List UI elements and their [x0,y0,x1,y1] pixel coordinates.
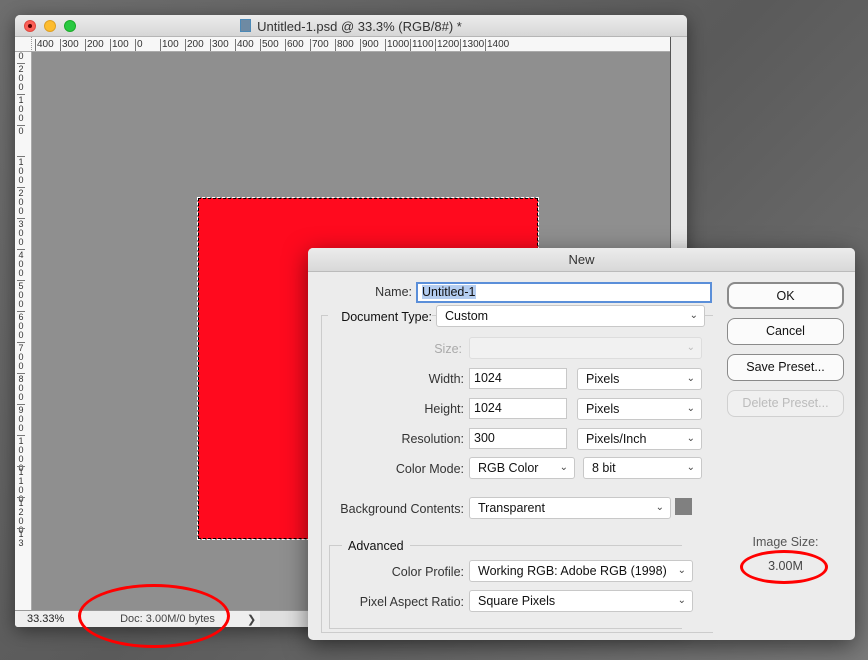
ruler-label: 1 3 [17,528,25,548]
advanced-group-box [329,545,682,629]
ruler-label: 1 0 0 [17,94,25,123]
ruler-label: 400 [35,39,54,51]
ruler-label: 800 [335,39,354,51]
ruler-label: 400 [235,39,254,51]
chevron-down-icon: ⌄ [689,310,698,321]
status-menu-arrow-icon[interactable]: ❯ [247,613,256,626]
ruler-label: 1 0 0 [17,156,25,185]
bit-depth-select[interactable]: 8 bit ⌄ [583,457,702,479]
document-type-value: Custom [445,309,489,323]
ruler-label: 600 [285,39,304,51]
window-title: Untitled-1.psd @ 33.3% (RGB/8#) * [15,19,687,34]
resolution-label: Resolution: [401,432,464,446]
ruler-label: 100 [160,39,179,51]
ruler-label: 9 0 0 [17,404,25,433]
bit-depth-value: 8 bit [592,461,616,475]
ruler-label: 0 [17,125,25,136]
size-select[interactable]: ⌄ [469,337,702,359]
ruler-label: 300 [210,39,229,51]
background-contents-value: Transparent [478,501,545,515]
height-input[interactable]: 1024 [469,398,567,419]
resolution-unit-select[interactable]: Pixels/Inch ⌄ [577,428,702,450]
document-type-select[interactable]: Custom ⌄ [436,305,705,327]
vertical-ruler[interactable]: 3 0 0 2 0 0 1 0 0 0 1 0 0 2 0 0 3 0 0 4 0 0 5 0 … [15,52,32,610]
cancel-button[interactable]: Cancel [727,318,844,345]
ruler-label: 1000 [385,39,410,51]
ruler-label: 100 [110,39,129,51]
ruler-label: 200 [185,39,204,51]
ruler-label: 3 0 0 [17,52,25,61]
photoshop-file-icon [240,19,252,32]
ruler-label: 3 0 0 [17,218,25,247]
height-label: Height: [424,402,464,416]
horizontal-ruler[interactable]: 400 300 200 100 0 100 200 300 400 500 600 700 800 900… [32,37,670,52]
width-label: Width: [428,372,464,386]
ruler-label: 1300 [460,39,485,51]
chevron-down-icon: ⌄ [686,462,695,473]
zoom-level[interactable]: 33.33% [27,613,64,625]
color-profile-label: Color Profile: [391,565,464,579]
ruler-origin[interactable] [15,37,32,52]
title-text: Untitled-1.psd @ 33.3% (RGB/8#) * [257,19,462,34]
pixel-aspect-ratio-value: Square Pixels [478,594,556,608]
chevron-down-icon: ⌄ [686,403,695,414]
ruler-label: 300 [60,39,79,51]
name-value: Untitled-1 [422,285,476,299]
color-mode-label: Color Mode: [395,462,464,476]
ok-button[interactable]: OK [727,282,844,309]
save-preset-button[interactable]: Save Preset... [727,354,844,381]
background-contents-label: Background Contents: [340,502,464,516]
resolution-unit-value: Pixels/Inch [586,432,647,446]
color-mode-select[interactable]: RGB Color ⌄ [469,457,575,479]
chevron-down-icon: ⌄ [677,565,686,576]
ruler-label: 0 [135,39,143,51]
chevron-down-icon: ⌄ [677,595,686,606]
image-size-label: Image Size: [752,535,819,549]
ruler-label: 500 [260,39,279,51]
chevron-down-icon: ⌄ [686,373,695,384]
background-color-swatch[interactable] [675,498,692,515]
chevron-down-icon: ⌄ [559,462,568,473]
color-profile-select[interactable]: Working RGB: Adobe RGB (1998) ⌄ [469,560,693,582]
new-document-dialog: New Name: Untitled-1 Document Type: Cust… [308,248,855,640]
ruler-label: 1400 [485,39,510,51]
ruler-label: 5 0 0 [17,280,25,309]
width-input[interactable]: 1024 [469,368,567,389]
width-unit-value: Pixels [586,372,620,386]
document-type-label: Document Type: [328,310,432,324]
ruler-label: 200 [85,39,104,51]
name-label: Name: [375,285,412,299]
annotation-ellipse-doc-size [78,584,230,648]
name-input[interactable]: Untitled-1 [416,282,712,303]
pixel-aspect-ratio-label: Pixel Aspect Ratio: [359,595,464,609]
chevron-down-icon: ⌄ [655,502,664,513]
ruler-label: 2 0 0 [17,63,25,92]
title-bar[interactable]: Untitled-1.psd @ 33.3% (RGB/8#) * [15,15,687,37]
chevron-down-icon: ⌄ [686,433,695,444]
annotation-ellipse-image-size [740,550,828,584]
resolution-input[interactable]: 300 [469,428,567,449]
height-unit-select[interactable]: Pixels ⌄ [577,398,702,420]
dialog-title: New [308,248,855,272]
color-mode-value: RGB Color [478,461,539,475]
width-unit-select[interactable]: Pixels ⌄ [577,368,702,390]
ruler-label: 700 [310,39,329,51]
ruler-label: 4 0 0 [17,249,25,278]
ruler-label: 6 0 0 [17,311,25,340]
color-profile-value: Working RGB: Adobe RGB (1998) [478,564,667,578]
pixel-aspect-ratio-select[interactable]: Square Pixels ⌄ [469,590,693,612]
ruler-label: 7 0 0 [17,342,25,371]
delete-preset-button[interactable]: Delete Preset... [727,390,844,417]
ruler-label: 900 [360,39,379,51]
ruler-label: 1100 [410,39,434,51]
height-unit-value: Pixels [586,402,620,416]
advanced-label: Advanced [342,539,410,553]
ruler-label: 8 0 0 [17,373,25,402]
chevron-down-icon: ⌄ [686,342,695,353]
ruler-label: 2 0 0 [17,187,25,216]
background-contents-select[interactable]: Transparent ⌄ [469,497,671,519]
size-label: Size: [434,342,462,356]
ruler-label: 1200 [435,39,460,51]
